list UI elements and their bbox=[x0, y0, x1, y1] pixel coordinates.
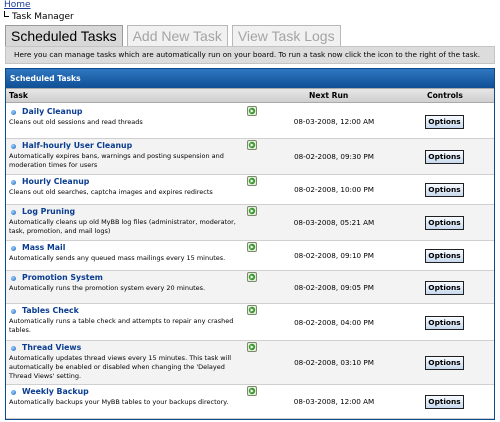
task-description: Automatically cleans up old MyBB log fil… bbox=[9, 218, 236, 235]
next-run-time: 08-03-2008, 12:00 AM bbox=[293, 397, 375, 406]
task-description: Automatically updates thread views every… bbox=[9, 354, 232, 380]
breadcrumb-current: Task Manager bbox=[4, 11, 74, 23]
run-task-icon[interactable] bbox=[247, 206, 257, 216]
table-header: Task Next Run Controls bbox=[6, 88, 494, 103]
next-run-time: 08-02-2008, 03:10 PM bbox=[294, 358, 374, 367]
task-name-link[interactable]: Promotion System bbox=[22, 272, 103, 284]
task-description: Automatically backups your MyBB tables t… bbox=[9, 398, 229, 406]
task-description: Automatically sends any queued mass mail… bbox=[9, 254, 226, 262]
options-button[interactable]: Options bbox=[425, 249, 464, 263]
breadcrumb: Home Task Manager bbox=[4, 0, 74, 23]
next-run-time: 08-03-2008, 05:21 AM bbox=[293, 218, 375, 227]
next-run-time: 08-02-2008, 09:10 PM bbox=[294, 251, 374, 260]
bullet-icon bbox=[11, 309, 16, 314]
table-row: Half-hourly User Cleanup Automatically ex… bbox=[6, 139, 494, 175]
options-button[interactable]: Options bbox=[425, 183, 464, 197]
intro-text: Here you can manage tasks which are auto… bbox=[5, 46, 495, 64]
options-button[interactable]: Options bbox=[425, 281, 464, 295]
run-task-icon[interactable] bbox=[247, 305, 257, 315]
run-task-icon[interactable] bbox=[247, 242, 257, 252]
run-task-icon[interactable] bbox=[247, 272, 257, 282]
options-button[interactable]: Options bbox=[425, 115, 464, 129]
bullet-icon bbox=[11, 246, 16, 251]
run-task-icon[interactable] bbox=[247, 386, 257, 396]
breadcrumb-corner-icon bbox=[4, 11, 9, 17]
next-run-time: 08-02-2008, 04:00 PM bbox=[294, 318, 374, 327]
tab-view-task-logs[interactable]: View Task Logs bbox=[231, 25, 341, 46]
table-row: Promotion System Automatically runs the p… bbox=[6, 271, 494, 304]
options-button[interactable]: Options bbox=[425, 150, 464, 164]
run-task-icon[interactable] bbox=[247, 176, 257, 186]
task-description: Automatically runs the promotion system … bbox=[9, 284, 206, 292]
table-row: Thread Views Automatically updates thread… bbox=[6, 341, 494, 385]
options-button[interactable]: Options bbox=[425, 316, 464, 330]
bullet-icon bbox=[11, 110, 16, 115]
breadcrumb-home-link[interactable]: Home bbox=[4, 0, 31, 10]
task-name-link[interactable]: Thread Views bbox=[22, 342, 81, 354]
run-task-icon[interactable] bbox=[247, 140, 257, 150]
bullet-icon bbox=[11, 346, 16, 351]
header-next-run: Next Run bbox=[309, 91, 349, 100]
tab-scheduled-tasks[interactable]: Scheduled Tasks bbox=[5, 25, 123, 46]
task-name-link[interactable]: Mass Mail bbox=[22, 242, 65, 254]
task-name-link[interactable]: Weekly Backup bbox=[22, 386, 89, 398]
tab-bar: Scheduled Tasks Add New Task View Task L… bbox=[5, 25, 345, 46]
options-button[interactable]: Options bbox=[425, 216, 464, 230]
task-description: Cleans out old searches, captcha images … bbox=[9, 188, 213, 196]
bullet-icon bbox=[11, 276, 16, 281]
task-description: Automatically runs a table check and att… bbox=[9, 317, 234, 334]
bullet-icon bbox=[11, 180, 16, 185]
task-name-link[interactable]: Half-hourly User Cleanup bbox=[22, 140, 132, 152]
next-run-time: 08-03-2008, 12:00 AM bbox=[293, 117, 375, 126]
task-name-link[interactable]: Hourly Cleanup bbox=[22, 176, 89, 188]
header-task: Task bbox=[9, 91, 28, 100]
options-button[interactable]: Options bbox=[425, 356, 464, 370]
header-controls: Controls bbox=[427, 91, 463, 100]
next-run-time: 08-02-2008, 09:30 PM bbox=[294, 152, 374, 161]
table-row: Hourly Cleanup Cleans out old searches, c… bbox=[6, 175, 494, 205]
options-button[interactable]: Options bbox=[425, 395, 464, 409]
table-row: Daily Cleanup Cleans out old sessions and… bbox=[6, 105, 494, 139]
table-row: Weekly Backup Automatically backups your … bbox=[6, 385, 494, 419]
task-name-link[interactable]: Log Pruning bbox=[22, 206, 75, 218]
table-row: Tables Check Automatically runs a table c… bbox=[6, 304, 494, 341]
task-description: Automatically expires bans, warnings and… bbox=[9, 152, 224, 169]
table-row: Log Pruning Automatically cleans up old M… bbox=[6, 205, 494, 241]
task-description: Cleans out old sessions and read threads bbox=[9, 118, 143, 126]
breadcrumb-current-label: Task Manager bbox=[12, 12, 74, 22]
table-row: Mass Mail Automatically sends any queued … bbox=[6, 241, 494, 271]
scheduled-tasks-panel: Scheduled Tasks Task Next Run Controls D… bbox=[5, 68, 495, 420]
tab-add-new-task[interactable]: Add New Task bbox=[126, 25, 228, 46]
task-name-link[interactable]: Daily Cleanup bbox=[22, 106, 83, 118]
bullet-icon bbox=[11, 210, 16, 215]
run-task-icon[interactable] bbox=[247, 106, 257, 116]
next-run-time: 08-02-2008, 09:05 PM bbox=[294, 283, 374, 292]
panel-title: Scheduled Tasks bbox=[6, 69, 494, 88]
next-run-time: 08-02-2008, 10:00 PM bbox=[294, 185, 374, 194]
bullet-icon bbox=[11, 144, 16, 149]
bullet-icon bbox=[11, 390, 16, 395]
task-name-link[interactable]: Tables Check bbox=[22, 305, 79, 317]
run-task-icon[interactable] bbox=[247, 342, 257, 352]
